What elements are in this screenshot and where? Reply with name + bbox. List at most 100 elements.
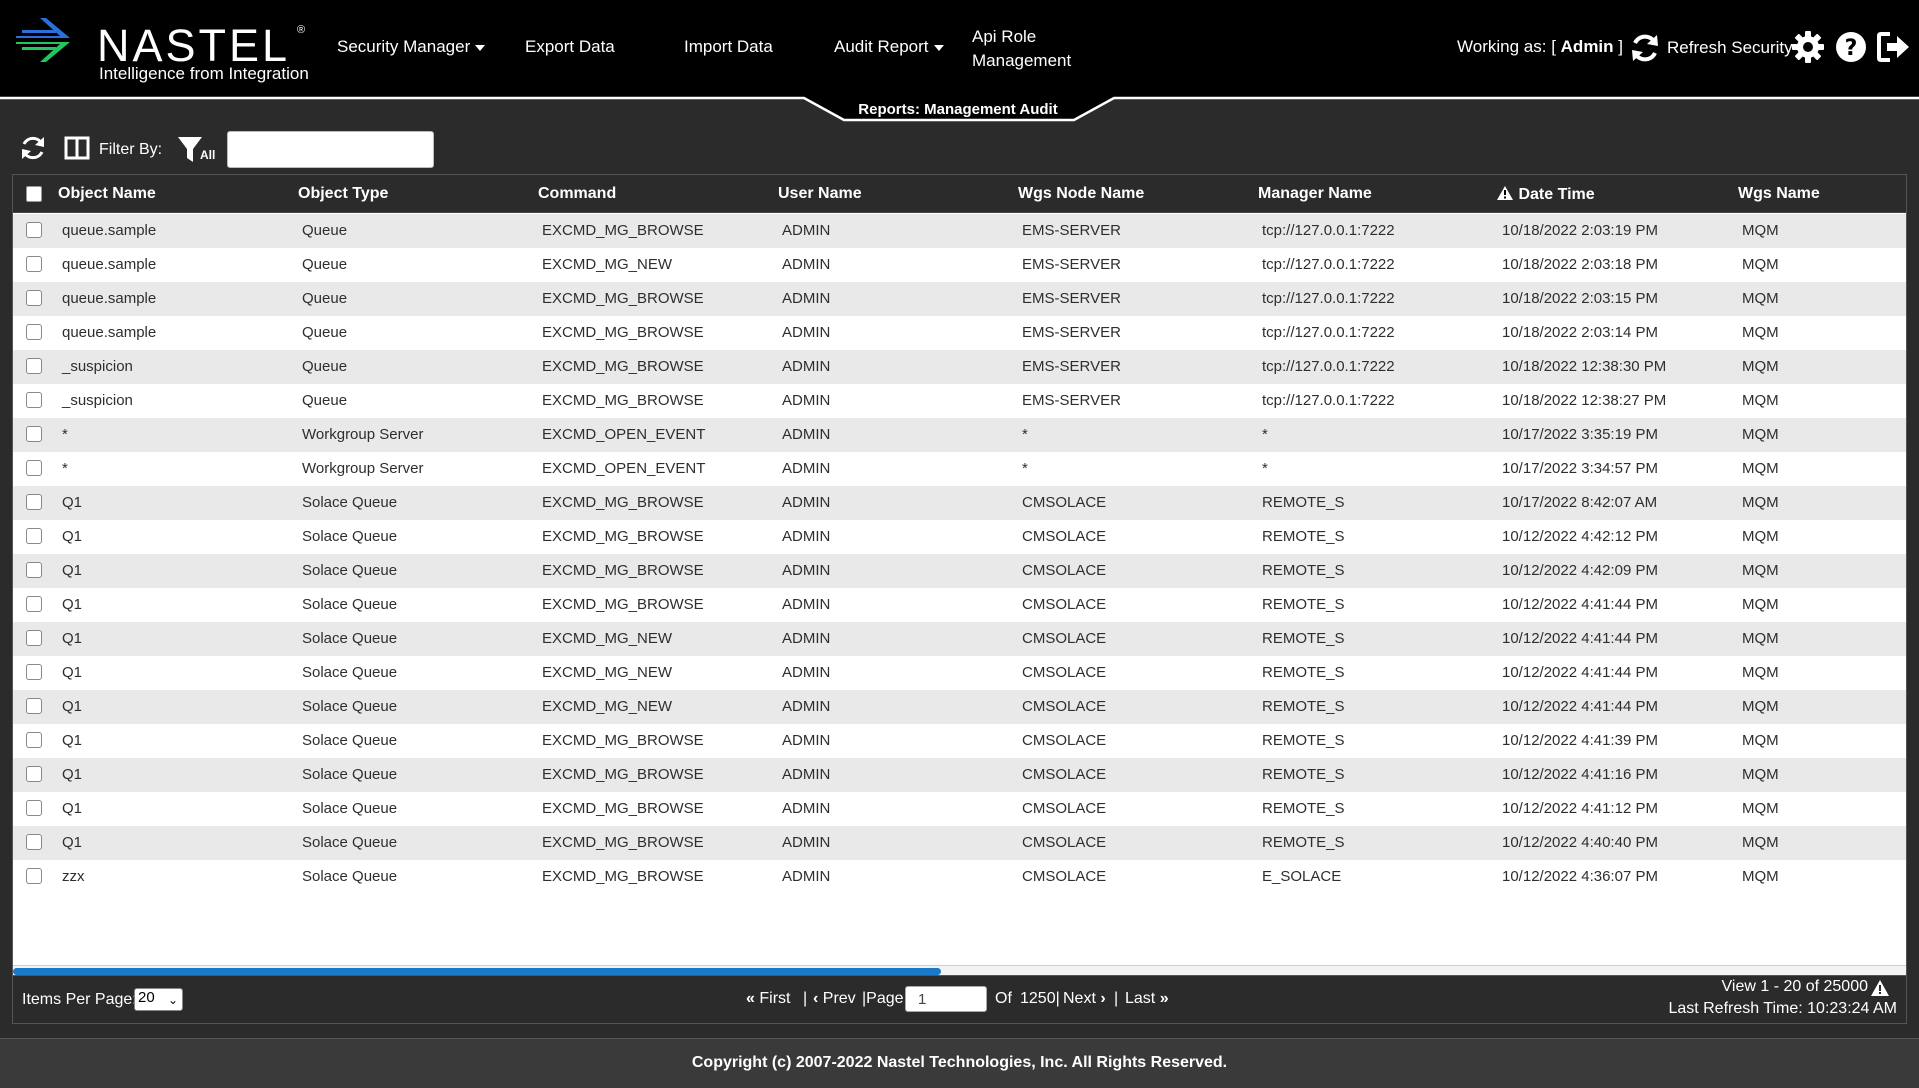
refresh-security-button[interactable]: Refresh Security bbox=[1628, 30, 1793, 66]
cell-wgs-node-name: * bbox=[1022, 460, 1028, 477]
row-checkbox[interactable] bbox=[26, 494, 42, 510]
row-checkbox[interactable] bbox=[26, 324, 42, 340]
page-title: Reports: Management Audit bbox=[858, 101, 1058, 118]
horizontal-scrollbar[interactable] bbox=[13, 965, 1906, 975]
last-page-link[interactable]: Last » bbox=[1125, 990, 1169, 1008]
prev-page-link[interactable]: ‹ Prev bbox=[813, 990, 856, 1008]
cell-wgs-node-name: CMSOLACE bbox=[1022, 596, 1107, 613]
table-row[interactable]: Q1 Solace Queue EXCMD_MG_NEW ADMIN CMSOLACE R… bbox=[13, 656, 1906, 690]
filter-input[interactable] bbox=[227, 131, 434, 168]
column-header-object-type[interactable]: Object Type bbox=[298, 185, 388, 203]
nav-export-data-label: Export Data bbox=[525, 37, 615, 56]
table-row[interactable]: _suspicion Queue EXCMD_MG_BROWSE ADMIN EMS-S… bbox=[13, 350, 1906, 384]
table-row[interactable]: Q1 Solace Queue EXCMD_MG_BROWSE ADMIN CMSOLA… bbox=[13, 486, 1906, 520]
table-row[interactable]: * Workgroup Server EXCMD_OPEN_EVENT ADMIN * *… bbox=[13, 418, 1906, 452]
cell-object-name: Q1 bbox=[62, 834, 83, 851]
nav-security-manager-label: Security Manager bbox=[337, 37, 471, 56]
columns-icon[interactable] bbox=[63, 134, 91, 162]
scrollbar-thumb[interactable] bbox=[13, 968, 941, 975]
column-header-object-name[interactable]: Object Name bbox=[58, 185, 156, 203]
select-all-checkbox[interactable] bbox=[26, 186, 42, 202]
cell-manager-name: REMOTE_S bbox=[1262, 834, 1345, 851]
items-per-page-select[interactable]: 20 ⌄ bbox=[134, 988, 183, 1011]
nav-export-data[interactable]: Export Data bbox=[525, 37, 615, 57]
row-checkbox[interactable] bbox=[26, 664, 42, 680]
cell-date-time: 10/18/2022 12:38:30 PM bbox=[1502, 358, 1667, 375]
filter-all-button[interactable]: All bbox=[176, 134, 220, 166]
table-row[interactable]: queue.sample Queue EXCMD_MG_BROWSE ADMIN EMS… bbox=[13, 214, 1906, 248]
table-row[interactable]: queue.sample Queue EXCMD_MG_BROWSE ADMIN EMS… bbox=[13, 316, 1906, 350]
table-row[interactable]: Q1 Solace Queue EXCMD_MG_NEW ADMIN CMSOLACE R… bbox=[13, 690, 1906, 724]
nav-api-role-management[interactable]: Api Role Management bbox=[972, 25, 1071, 73]
page-number-input[interactable] bbox=[905, 986, 987, 1012]
table-row[interactable]: Q1 Solace Queue EXCMD_MG_BROWSE ADMIN CMSOLA… bbox=[13, 588, 1906, 622]
table-row[interactable]: Q1 Solace Queue EXCMD_MG_BROWSE ADMIN CMSOLA… bbox=[13, 758, 1906, 792]
nav-audit-report[interactable]: Audit Report bbox=[834, 37, 944, 57]
of-label: Of bbox=[995, 990, 1012, 1007]
row-checkbox[interactable] bbox=[26, 392, 42, 408]
table-row[interactable]: Q1 Solace Queue EXCMD_MG_BROWSE ADMIN CMSOLA… bbox=[13, 724, 1906, 758]
row-checkbox[interactable] bbox=[26, 766, 42, 782]
row-checkbox[interactable] bbox=[26, 800, 42, 816]
nastel-logo[interactable]: NASTEL ® Intelligence from Integration bbox=[16, 14, 316, 84]
row-checkbox[interactable] bbox=[26, 732, 42, 748]
table-row[interactable]: queue.sample Queue EXCMD_MG_NEW ADMIN EMS-SE… bbox=[13, 248, 1906, 282]
items-per-page-label: Items Per Page: bbox=[22, 991, 137, 1008]
row-checkbox[interactable] bbox=[26, 256, 42, 272]
table-row[interactable]: * Workgroup Server EXCMD_OPEN_EVENT ADMIN * *… bbox=[13, 452, 1906, 486]
row-checkbox[interactable] bbox=[26, 290, 42, 306]
table-row[interactable]: Q1 Solace Queue EXCMD_MG_BROWSE ADMIN CMSOLA… bbox=[13, 554, 1906, 588]
row-checkbox[interactable] bbox=[26, 698, 42, 714]
table-row[interactable]: _suspicion Queue EXCMD_MG_BROWSE ADMIN EMS-S… bbox=[13, 384, 1906, 418]
column-header-command[interactable]: Command bbox=[538, 185, 616, 203]
column-header-wgs-node-name[interactable]: Wgs Node Name bbox=[1018, 185, 1144, 203]
cell-object-type: Queue bbox=[302, 222, 348, 239]
row-checkbox[interactable] bbox=[26, 834, 42, 850]
double-chevron-left-icon: « bbox=[746, 990, 755, 1007]
cell-user-name: ADMIN bbox=[782, 324, 831, 341]
gear-icon[interactable] bbox=[1791, 30, 1825, 64]
nav-import-data[interactable]: Import Data bbox=[684, 37, 773, 57]
table-row[interactable]: zzx Solace Queue EXCMD_MG_BROWSE ADMIN CMSOL… bbox=[13, 860, 1906, 894]
row-checkbox[interactable] bbox=[26, 562, 42, 578]
cell-date-time: 10/18/2022 2:03:15 PM bbox=[1502, 290, 1658, 307]
footer: Copyright (c) 2007-2022 Nastel Technolog… bbox=[0, 1038, 1919, 1088]
cell-object-type: Queue bbox=[302, 290, 348, 307]
table-row[interactable]: Q1 Solace Queue EXCMD_MG_BROWSE ADMIN CMSOLA… bbox=[13, 826, 1906, 860]
help-icon[interactable]: ? bbox=[1834, 30, 1868, 64]
column-header-date-time[interactable]: Date Time bbox=[1496, 185, 1595, 204]
cell-object-name: Q1 bbox=[62, 698, 83, 715]
table-row[interactable]: Q1 Solace Queue EXCMD_MG_BROWSE ADMIN CMSOLA… bbox=[13, 792, 1906, 826]
row-checkbox[interactable] bbox=[26, 630, 42, 646]
table-row[interactable]: Q1 Solace Queue EXCMD_MG_NEW ADMIN CMSOLACE R… bbox=[13, 622, 1906, 656]
column-header-manager-name[interactable]: Manager Name bbox=[1258, 185, 1372, 203]
nav-security-manager[interactable]: Security Manager bbox=[337, 37, 486, 57]
first-page-link[interactable]: « First bbox=[746, 990, 790, 1008]
next-page-link[interactable]: Next › bbox=[1063, 990, 1106, 1008]
row-checkbox[interactable] bbox=[26, 222, 42, 238]
table-row[interactable]: queue.sample Queue EXCMD_MG_BROWSE ADMIN EMS… bbox=[13, 282, 1906, 316]
first-label: First bbox=[759, 990, 791, 1007]
cell-manager-name: tcp://127.0.0.1:7222 bbox=[1262, 324, 1395, 341]
cell-user-name: ADMIN bbox=[782, 426, 831, 443]
cell-manager-name: REMOTE_S bbox=[1262, 732, 1345, 749]
row-checkbox[interactable] bbox=[26, 868, 42, 884]
row-checkbox[interactable] bbox=[26, 460, 42, 476]
row-checkbox[interactable] bbox=[26, 426, 42, 442]
row-checkbox[interactable] bbox=[26, 528, 42, 544]
cell-manager-name: tcp://127.0.0.1:7222 bbox=[1262, 256, 1395, 273]
reload-grid-icon[interactable] bbox=[19, 134, 47, 162]
cell-wgs-name: MQM bbox=[1742, 698, 1779, 715]
column-header-wgs-name[interactable]: Wgs Name bbox=[1738, 185, 1820, 203]
cell-command: EXCMD_MG_BROWSE bbox=[542, 766, 704, 783]
table-row[interactable]: Q1 Solace Queue EXCMD_MG_BROWSE ADMIN CMSOLA… bbox=[13, 520, 1906, 554]
row-checkbox[interactable] bbox=[26, 358, 42, 374]
row-checkbox[interactable] bbox=[26, 596, 42, 612]
cell-user-name: ADMIN bbox=[782, 494, 831, 511]
cell-command: EXCMD_MG_BROWSE bbox=[542, 868, 704, 885]
cell-wgs-name: MQM bbox=[1742, 562, 1779, 579]
cell-object-name: * bbox=[62, 460, 68, 477]
cell-date-time: 10/12/2022 4:41:44 PM bbox=[1502, 630, 1658, 647]
logout-icon[interactable] bbox=[1876, 30, 1910, 64]
column-header-user-name[interactable]: User Name bbox=[778, 185, 862, 203]
